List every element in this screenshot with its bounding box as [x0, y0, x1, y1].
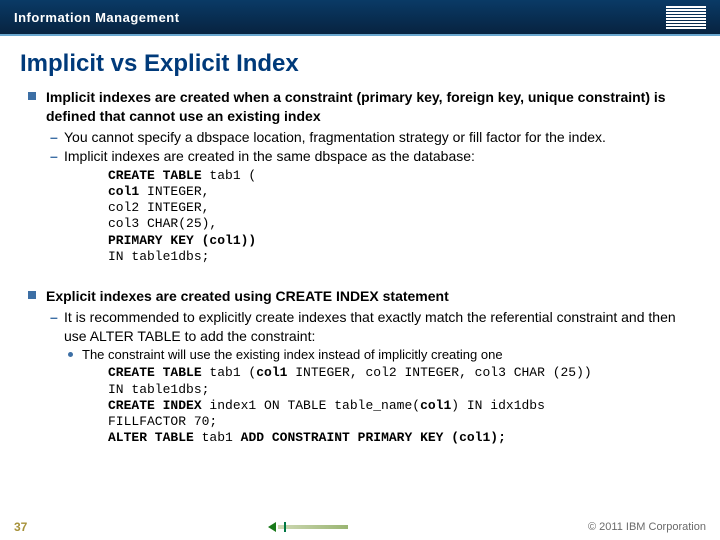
header-bar: Information Management [0, 0, 720, 36]
square-bullet-icon [28, 291, 36, 299]
explicit-code-block: CREATE TABLE tab1 (col1 INTEGER, col2 IN… [108, 365, 692, 446]
header-brand-text: Information Management [14, 10, 180, 25]
bullet-implicit: Implicit indexes are created when a cons… [28, 88, 692, 126]
slide: Information Management Implicit vs Expli… [0, 0, 720, 540]
slide-title: Implicit vs Explicit Index [20, 50, 720, 78]
implicit-code-block: CREATE TABLE tab1 ( col1 INTEGER, col2 I… [108, 168, 692, 266]
slide-content: Implicit indexes are created when a cons… [28, 88, 692, 447]
footer: 37 © 2011 IBM Corporation [0, 520, 720, 534]
explicit-subpoint-1: It is recommended to explicitly create i… [28, 308, 692, 346]
explicit-subdot-1: The constraint will use the existing ind… [28, 346, 692, 364]
bullet-explicit-text: Explicit indexes are created using CREAT… [46, 288, 449, 304]
implicit-subpoint-2: Implicit indexes are created in the same… [28, 147, 692, 166]
bullet-implicit-text: Implicit indexes are created when a cons… [46, 89, 666, 124]
page-number: 37 [14, 520, 27, 534]
slider-graphic-icon [268, 522, 348, 532]
implicit-subpoint-1: You cannot specify a dbspace location, f… [28, 128, 692, 147]
square-bullet-icon [28, 92, 36, 100]
bullet-explicit: Explicit indexes are created using CREAT… [28, 287, 692, 306]
ibm-logo-icon [666, 6, 706, 29]
copyright-text: © 2011 IBM Corporation [588, 521, 706, 533]
